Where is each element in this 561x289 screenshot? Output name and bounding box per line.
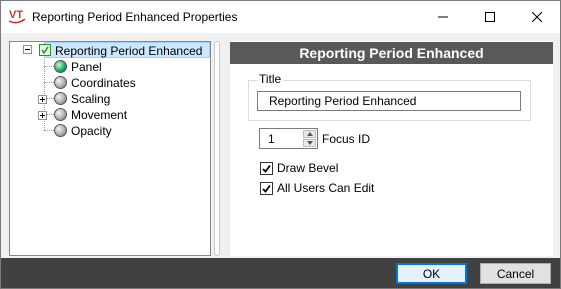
all-users-edit-row[interactable]: All Users Can Edit: [260, 181, 374, 195]
tree-collapse-toggle[interactable]: [23, 45, 32, 54]
all-users-edit-label: All Users Can Edit: [277, 181, 375, 195]
spinner-down-button[interactable]: [303, 139, 316, 147]
title-bar[interactable]: VT Reporting Period Enhanced Properties: [1, 1, 560, 33]
spinner-buttons: [303, 130, 316, 147]
title-group-label: Title: [257, 72, 284, 86]
green-ball-icon: [54, 60, 67, 73]
tree-item-panel[interactable]: Panel: [71, 60, 102, 74]
gray-ball-icon: [54, 124, 67, 137]
gray-ball-icon: [54, 92, 67, 105]
panel-header: Reporting Period Enhanced: [230, 42, 553, 64]
title-input[interactable]: [257, 91, 521, 111]
draw-bevel-row[interactable]: Draw Bevel: [260, 161, 338, 175]
button-bar: [1, 258, 560, 288]
tree-item-movement[interactable]: Movement: [71, 108, 127, 122]
caret-down-icon: [306, 141, 313, 145]
caret-up-icon: [306, 132, 313, 136]
focus-id-label: Focus ID: [322, 132, 371, 146]
svg-text:VT: VT: [9, 9, 23, 21]
tree-item-scaling[interactable]: Scaling: [71, 92, 110, 106]
properties-dialog: VT Reporting Period Enhanced Properties …: [0, 0, 561, 289]
ok-button[interactable]: OK: [396, 263, 467, 284]
app-logo-icon: VT: [8, 9, 26, 24]
draw-bevel-label: Draw Bevel: [277, 161, 339, 175]
checkmark-icon: [262, 184, 271, 193]
tree-expand-toggle-scaling[interactable]: [38, 95, 47, 104]
tree-connector: [44, 82, 54, 83]
tree-connector: [44, 130, 54, 131]
focus-id-spinner[interactable]: 1: [259, 128, 318, 149]
minimize-icon: [438, 16, 448, 17]
window-title: Reporting Period Enhanced Properties: [32, 10, 238, 24]
tree-item-opacity[interactable]: Opacity: [71, 124, 112, 138]
focus-id-value: 1: [268, 132, 275, 146]
tree-connector: [44, 66, 54, 67]
tree-item-coordinates[interactable]: Coordinates: [71, 76, 136, 90]
tree-expand-toggle-movement[interactable]: [38, 111, 47, 120]
minimize-button[interactable]: [420, 1, 466, 32]
close-icon: [532, 11, 542, 22]
all-users-edit-checkbox[interactable]: [260, 181, 273, 195]
cancel-button[interactable]: Cancel: [480, 263, 551, 284]
gray-ball-icon: [54, 108, 67, 121]
maximize-icon: [485, 11, 495, 22]
close-button[interactable]: [514, 1, 560, 32]
checklist-icon: [39, 44, 51, 56]
maximize-button[interactable]: [467, 1, 513, 32]
tree-item-root[interactable]: Reporting Period Enhanced: [55, 44, 202, 58]
gray-ball-icon: [54, 76, 67, 89]
checkmark-icon: [262, 164, 271, 173]
panel-splitter[interactable]: [214, 41, 220, 256]
draw-bevel-checkbox[interactable]: [260, 161, 273, 175]
spinner-up-button[interactable]: [303, 130, 316, 138]
property-tree[interactable]: [9, 41, 211, 256]
